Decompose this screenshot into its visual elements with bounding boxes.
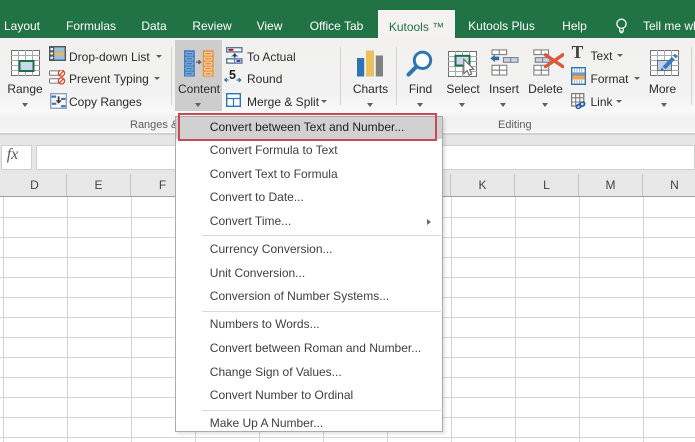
svg-text:5: 5 [229, 69, 236, 82]
